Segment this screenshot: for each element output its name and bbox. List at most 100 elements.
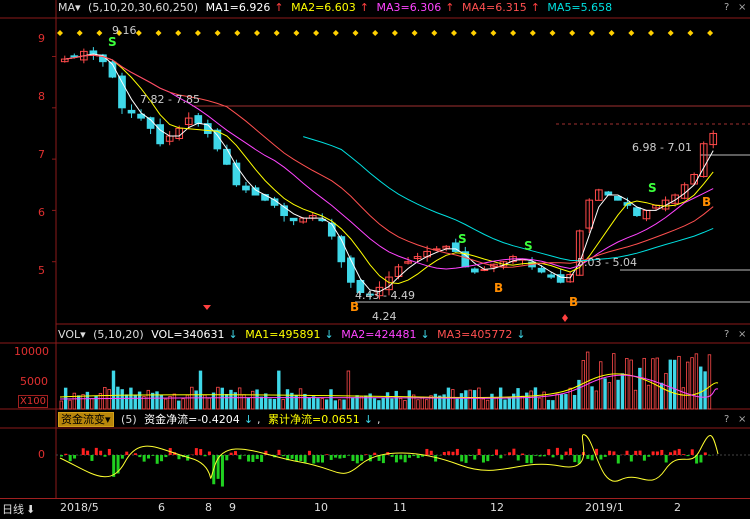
vol-axis-5000: 5000: [20, 375, 48, 388]
sell-signal: S: [524, 239, 533, 253]
flow-bar: [278, 450, 281, 455]
vol-params: (5,10,20): [93, 328, 144, 341]
volume-bar: [286, 390, 289, 409]
flow-bar: [199, 449, 202, 455]
signal-diamond: [451, 30, 457, 36]
flow-bar: [391, 455, 394, 457]
volume-bar: [417, 400, 420, 409]
signal-diamond: [687, 30, 693, 36]
ma1-arrow: ↑: [274, 1, 283, 14]
flow-bar: [95, 448, 98, 455]
ma4-arrow: ↑: [531, 1, 540, 14]
volume-bar: [230, 390, 233, 409]
flow-bar: [456, 449, 459, 455]
vol-indicator-selector[interactable]: VOL▾: [58, 328, 86, 341]
flow-bar: [208, 452, 211, 455]
flow-bar: [656, 451, 659, 455]
volume-bar: [151, 393, 154, 409]
volume-bar: [617, 380, 620, 409]
volume-bar: [452, 390, 455, 409]
flow-bar: [256, 455, 259, 459]
flow-cum: 累计净流=0.0651: [268, 413, 360, 426]
flow-bar: [121, 455, 124, 459]
flow-bar: [204, 455, 207, 456]
vol-value: VOL=340631: [151, 328, 224, 341]
signal-diamond: [589, 30, 595, 36]
flow-bar: [247, 455, 250, 462]
ma5-value: MA5=5.658: [547, 1, 612, 14]
flow-bar: [512, 449, 515, 455]
volume-bar: [325, 400, 328, 409]
volume-bar: [334, 401, 337, 409]
signal-diamond: [136, 30, 142, 36]
buy-signal: B: [569, 295, 578, 309]
volume-bar: [160, 395, 163, 409]
price-close-button[interactable]: ×: [738, 2, 746, 13]
flow-bar: [425, 449, 428, 455]
signal-diamond: [569, 30, 575, 36]
volume-bar: [304, 394, 307, 409]
flow-bar: [634, 451, 637, 455]
flow-bar: [469, 455, 472, 456]
volume-bar: [508, 399, 511, 409]
period-selector[interactable]: 日线⬇: [2, 501, 35, 517]
candle: [128, 110, 135, 113]
flow-bar: [495, 450, 498, 455]
volume-bar: [73, 393, 76, 409]
vol-help-button[interactable]: ?: [724, 329, 729, 340]
price-help-button[interactable]: ?: [724, 2, 729, 13]
candle: [224, 149, 231, 164]
volume-bar: [547, 400, 550, 409]
volume-bar: [90, 399, 93, 409]
flow-bar: [517, 455, 520, 460]
buy-signal: B: [350, 300, 359, 314]
flow-bar: [282, 455, 285, 456]
volume-bar: [495, 397, 498, 409]
flow-close-button[interactable]: ×: [738, 414, 746, 425]
range-label-4: 6.98 - 7.01: [632, 141, 692, 154]
flow-bar: [669, 452, 672, 455]
volume-panel: VOL▾ (5,10,20) VOL=340631↓ MA1=495891↓ M…: [0, 325, 750, 410]
flow-bar: [543, 455, 546, 456]
flow-cum-arrow: ↓: [364, 413, 373, 426]
flow-bar: [673, 450, 676, 455]
signal-diamond: [195, 30, 201, 36]
flow-bar: [604, 455, 607, 457]
volume-bar: [552, 401, 555, 409]
volume-bar: [351, 398, 354, 409]
volume-bar: [69, 400, 72, 409]
ma3-arrow: ↑: [445, 1, 454, 14]
flow-bar: [138, 455, 141, 457]
volume-bar: [434, 394, 437, 409]
volume-bar: [486, 400, 489, 409]
flow-bar: [373, 453, 376, 455]
volume-bar: [539, 398, 542, 409]
flow-bar: [147, 455, 150, 459]
flow-help-button[interactable]: ?: [724, 414, 729, 425]
candle: [634, 208, 641, 216]
flow-bar: [704, 452, 707, 455]
flow-bar: [534, 455, 537, 456]
flow-bar: [343, 455, 346, 458]
flow-bar: [647, 455, 650, 457]
ma2-arrow: ↑: [360, 1, 369, 14]
flow-bar: [530, 455, 533, 463]
flow-bar: [626, 451, 629, 455]
volume-bar: [134, 395, 137, 409]
volume-bar: [473, 390, 476, 409]
flow-indicator-header: 资金流变▾ (5) 资金净流=-0.4204↓, 累计净流=0.0651↓,: [0, 412, 384, 428]
signal-diamond: [77, 30, 83, 36]
vol-close-button[interactable]: ×: [738, 329, 746, 340]
volume-bar: [695, 354, 698, 409]
volume-bar: [264, 394, 267, 409]
flow-indicator-selector[interactable]: 资金流变▾: [58, 412, 114, 427]
ma-indicator-selector[interactable]: MA▾: [58, 1, 81, 14]
signal-diamond: [431, 30, 437, 36]
flow-bar: [417, 455, 420, 458]
sell-signal: S: [108, 35, 117, 49]
flow-bar: [338, 455, 341, 459]
volume-bar: [626, 358, 629, 409]
volume-bar: [530, 391, 533, 409]
signal-diamond: [274, 30, 280, 36]
flow-bar: [177, 455, 180, 459]
